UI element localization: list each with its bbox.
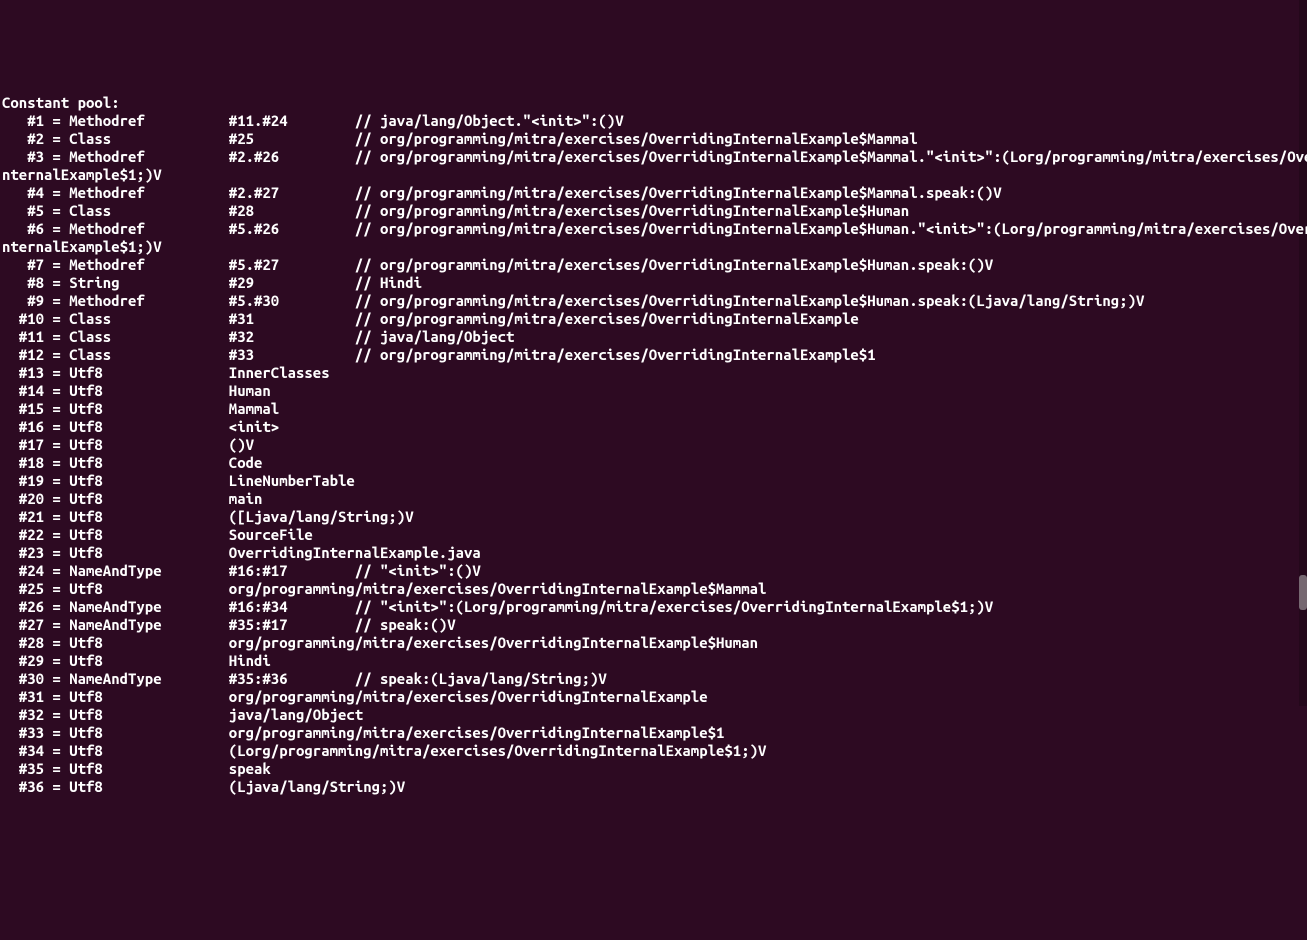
terminal-output: Constant pool: #1 = Methodref #11.#24 //… bbox=[2, 76, 1305, 814]
constant-pool-lines: #1 = Methodref #11.#24 // java/lang/Obje… bbox=[2, 112, 1305, 796]
constant-pool-header: Constant pool: bbox=[2, 94, 120, 111]
